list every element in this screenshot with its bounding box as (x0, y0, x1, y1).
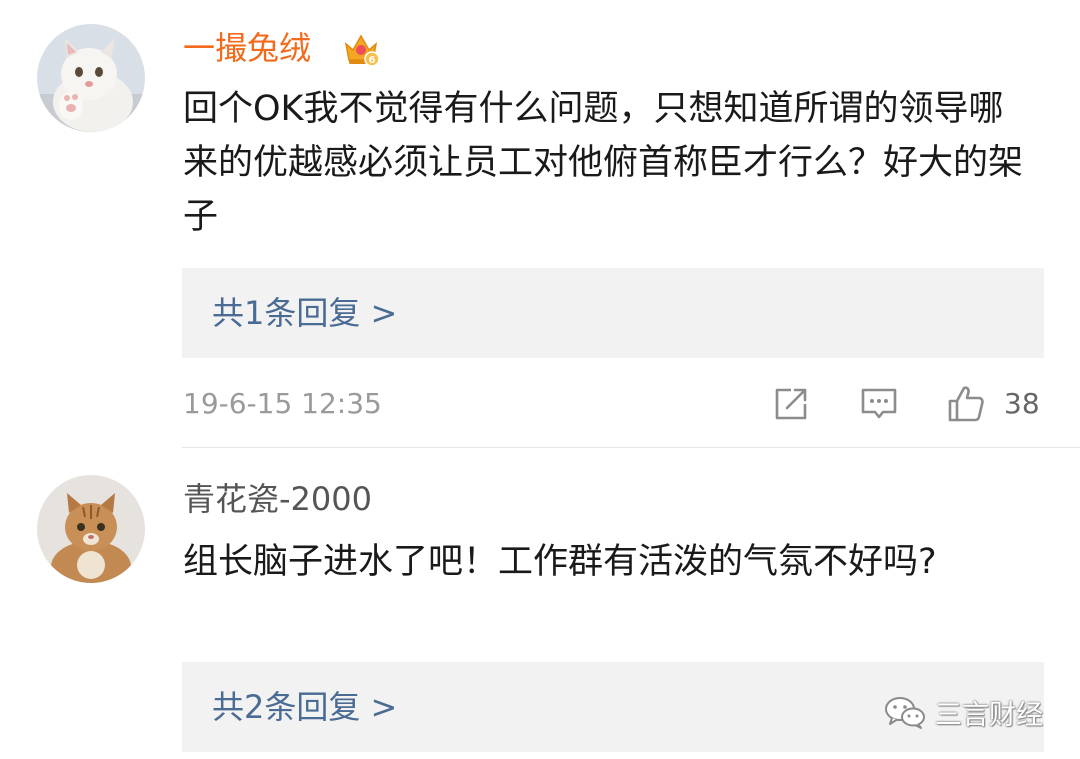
vip-level: 6 (369, 55, 376, 66)
comment-icon[interactable] (859, 384, 899, 424)
crown-icon: 6 (342, 30, 380, 68)
avatar[interactable] (37, 24, 145, 132)
watermark-text: 三言财经 (935, 699, 1043, 731)
comment-divider (182, 447, 1080, 448)
thumbs-up-icon[interactable] (946, 384, 986, 424)
watermark: 三言财经 (883, 692, 1043, 732)
avatar[interactable] (37, 475, 145, 583)
cat-avatar-image (37, 475, 145, 583)
view-replies-link[interactable]: 共2条回复 > (212, 685, 397, 729)
username[interactable]: 一撮兔绒 (183, 28, 311, 68)
wechat-icon (885, 697, 925, 729)
username[interactable]: 青花瓷-2000 (183, 479, 372, 519)
timestamp: 19-6-15 12:35 (183, 387, 382, 420)
replies-panel[interactable]: 共1条回复 > (182, 268, 1044, 358)
view-replies-link[interactable]: 共1条回复 > (212, 291, 397, 335)
share-icon[interactable] (771, 384, 811, 424)
comment-text: 组长脑子进水了吧！工作群有活泼的气氛不好吗? (183, 542, 937, 582)
like-count: 38 (1004, 387, 1040, 420)
cat-avatar-image (37, 24, 145, 132)
comment-item: 一撮兔绒 6 回个OK我不觉得有什么问题，只想知道所谓的领导哪来的优越感必须让员… (0, 0, 1080, 448)
comment-text: 回个OK我不觉得有什么问题，只想知道所谓的领导哪来的优越感必须让员工对他俯首称臣… (183, 89, 1024, 237)
